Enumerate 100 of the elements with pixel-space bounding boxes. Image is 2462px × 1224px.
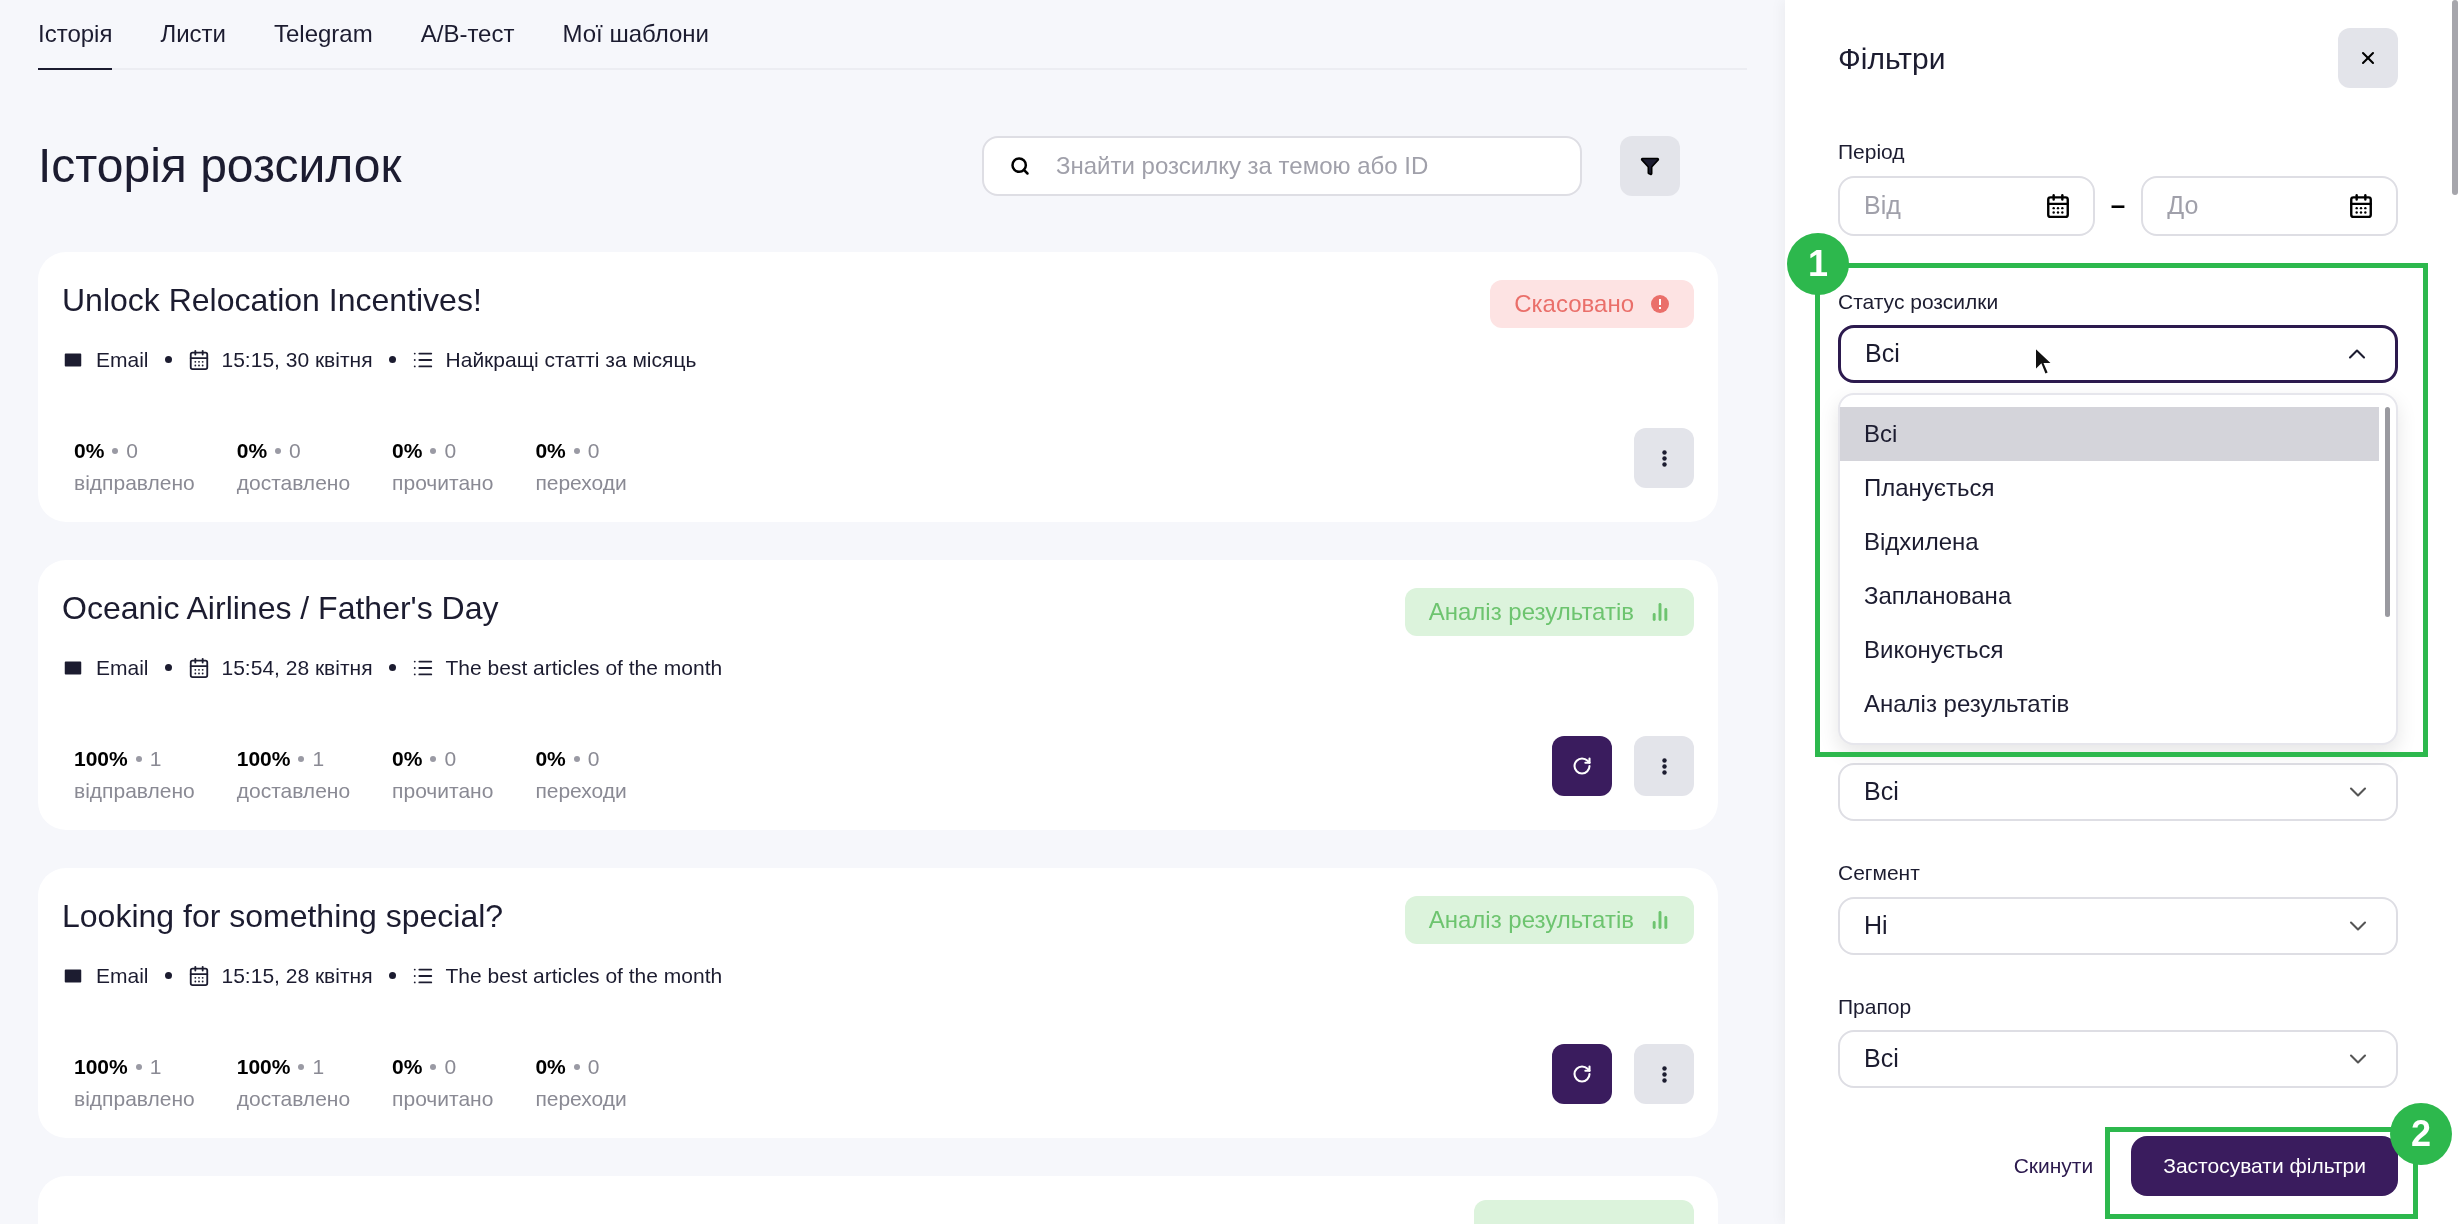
filter-button[interactable]	[1620, 136, 1680, 196]
status-select[interactable]: Всі	[1838, 325, 2398, 383]
stat-label: переходи	[535, 777, 627, 804]
dropdown-option[interactable]: Запланована	[1840, 569, 2379, 623]
stat-percent: 100%	[236, 1054, 291, 1080]
channel-label: Email	[96, 655, 149, 681]
stat-percent: 0%	[535, 1054, 566, 1080]
nav-tab[interactable]: Telegram	[274, 16, 373, 70]
stat-label: прочитано	[392, 1085, 494, 1112]
calendar-icon	[187, 348, 210, 371]
stat-percent: 100%	[236, 746, 291, 772]
date-from-field[interactable]: Від	[1838, 175, 2095, 236]
dot-separator-icon	[135, 1063, 142, 1070]
dropdown-option[interactable]: Виконується	[1840, 623, 2379, 677]
status-badge: Аналіз результатів	[1404, 588, 1694, 636]
stat-percent: 0%	[392, 438, 423, 464]
mailing-card[interactable]: Oceanic Airlines / Father's Day Аналіз результатів Email 15:54, 28 квітня The best articles of the month 100% 1 відправлено 100% 1 доставлено 0% 0 прочитано 0% 0 переходи	[38, 560, 1718, 830]
dot-separator-icon	[164, 664, 172, 672]
nav-tab[interactable]: Історія	[38, 16, 113, 70]
bar-chart-icon	[1650, 602, 1670, 622]
calendar-icon	[2044, 192, 2071, 219]
list-select[interactable]: Всі	[1838, 763, 2398, 821]
stat-count: 0	[444, 1054, 457, 1080]
reset-button[interactable]: Скинути	[2013, 1150, 2094, 1182]
stat-percent: 0%	[392, 1054, 423, 1080]
dot-separator-icon	[298, 755, 305, 762]
list-name: The best articles of the month	[445, 963, 723, 989]
stat-count: 1	[312, 1054, 325, 1080]
stat-count: 1	[149, 746, 162, 772]
dot-separator-icon	[298, 1063, 305, 1070]
dot-separator-icon	[573, 447, 580, 454]
calendar-icon	[2348, 192, 2374, 219]
stat-percent: 0%	[236, 438, 268, 464]
refresh-icon	[1572, 756, 1592, 776]
field-label: Період	[1838, 139, 1906, 165]
stat-label: доставлено	[236, 469, 351, 496]
stat-percent: 100%	[74, 1054, 128, 1080]
alert-icon	[1650, 294, 1670, 314]
more-button[interactable]	[1634, 1044, 1694, 1104]
flag-select[interactable]: Всі	[1838, 1030, 2398, 1088]
apply-button[interactable]: Застосувати фільтри	[2131, 1136, 2398, 1196]
dropdown-option[interactable]: Аналіз результатів	[1840, 677, 2379, 731]
send-datetime: 15:15, 30 квітня	[221, 347, 373, 373]
dot-separator-icon	[430, 755, 437, 762]
dropdown-option[interactable]: Всі	[1840, 407, 2379, 461]
stat-label: доставлено	[236, 777, 351, 804]
send-datetime: 15:15, 28 квітня	[221, 963, 373, 989]
page-title: Історія розсилок	[38, 138, 402, 194]
date-to-field[interactable]: До	[2141, 175, 2398, 236]
stat-count: 0	[587, 438, 600, 464]
refresh-icon	[1572, 1064, 1592, 1084]
more-button[interactable]	[1634, 428, 1694, 488]
list-name: Найкращі статті за місяць	[445, 347, 697, 373]
dot-separator-icon	[164, 972, 172, 980]
field-label: Прапор	[1838, 993, 1913, 1020]
send-datetime: 15:54, 28 квітня	[221, 655, 373, 681]
stat-label: відправлено	[74, 777, 195, 804]
status-badge: Аналіз результатів	[1404, 896, 1694, 944]
scrollbar-icon	[2385, 407, 2390, 617]
stat-label: переходи	[535, 469, 627, 496]
nav-tab[interactable]: A/B-тест	[420, 16, 515, 70]
stat-count: 1	[312, 746, 325, 772]
list-name: The best articles of the month	[445, 655, 723, 681]
stat-percent: 0%	[74, 438, 105, 464]
mailing-card[interactable]: Looking for something special? Аналіз результатів Email 15:15, 28 квітня The best articles of the month 100% 1 відправлено 100% 1 доставлено 0% 0 прочитано 0% 0 переходи	[38, 868, 1718, 1138]
segment-select[interactable]: Ні	[1838, 896, 2398, 955]
more-button[interactable]	[1634, 736, 1694, 796]
field-label: Сегмент	[1838, 860, 1921, 886]
dot-separator-icon	[112, 447, 119, 454]
stat-count: 0	[587, 1054, 600, 1080]
refresh-button[interactable]	[1552, 1044, 1612, 1104]
stat-count: 0	[126, 438, 139, 464]
dot-separator-icon	[388, 356, 396, 364]
close-button[interactable]	[2338, 28, 2398, 88]
stat-count: 0	[289, 438, 301, 464]
stat-label: переходи	[535, 1085, 627, 1112]
dot-separator-icon	[164, 356, 172, 364]
dropdown-option[interactable]: Планується	[1840, 461, 2379, 515]
nav-tab[interactable]: Листи	[160, 16, 226, 70]
nav-tab[interactable]: Мої шаблони	[562, 16, 709, 70]
dropdown-option[interactable]: Відхилена	[1840, 515, 2379, 569]
dot-separator-icon	[388, 972, 396, 980]
stat-count: 0	[444, 746, 457, 772]
search-field[interactable]: Знайти розсилку за темою або ID	[982, 136, 1582, 196]
search-icon	[1010, 156, 1030, 176]
dot-separator-icon	[430, 1063, 437, 1070]
mailing-title: Oceanic Airlines / Father's Day	[62, 589, 499, 628]
refresh-button[interactable]	[1552, 736, 1612, 796]
stat-label: прочитано	[392, 777, 494, 804]
calendar-icon	[187, 656, 210, 679]
scrollbar-icon	[2452, 0, 2458, 195]
stat-percent: 0%	[392, 746, 423, 772]
channel-label: Email	[96, 347, 149, 373]
mailing-card[interactable]: Unlock Relocation Incentives! Скасовано Email 15:15, 30 квітня Найкращі статті за місяць 0% 0 відправлено 0% 0 доставлено 0% 0 прочитано 0% 0 переходи	[38, 252, 1718, 522]
stat-label: доставлено	[236, 1085, 351, 1112]
channel-label: Email	[96, 963, 149, 989]
mailing-title: Unlock Relocation Incentives!	[62, 281, 482, 320]
stat-count: 0	[587, 746, 600, 772]
range-separator: –	[2110, 189, 2126, 222]
filter-icon	[1640, 156, 1660, 176]
